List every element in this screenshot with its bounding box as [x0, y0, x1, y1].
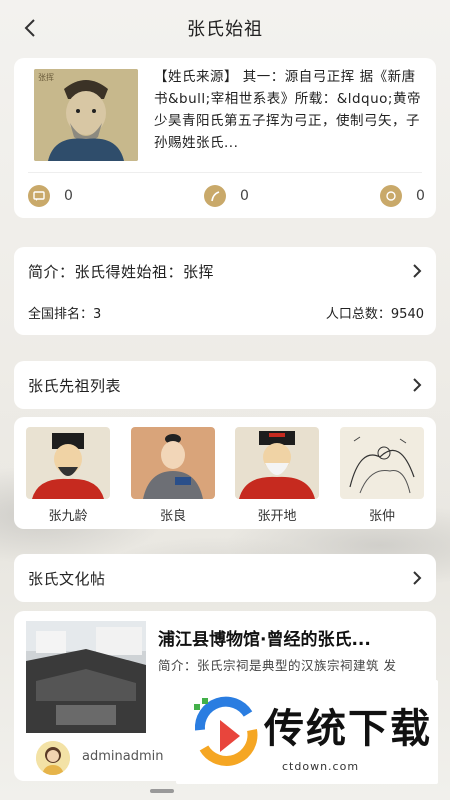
- share-count: 0: [416, 188, 425, 204]
- portrait-label: 张挥: [38, 73, 54, 82]
- comment-icon: [28, 185, 50, 207]
- culture-posts-header[interactable]: 张氏文化帖: [14, 554, 436, 602]
- ancestor-name: 张开地: [257, 509, 297, 524]
- ancestor-name: 张仲: [368, 509, 395, 524]
- back-button[interactable]: [14, 12, 46, 44]
- origin-text: 【姓氏来源】 其一：源自弓正挥 据《新唐书&bull;宰相世系表》所载：&ldq…: [154, 69, 421, 151]
- comment-count: 0: [64, 188, 73, 204]
- post-thumbnail: [26, 621, 146, 733]
- ancestor-item[interactable]: 张开地: [235, 427, 319, 524]
- like-count: 0: [240, 188, 249, 204]
- ancestor-portrait: 张挥: [34, 69, 138, 161]
- watermark-domain: ctdown.com: [282, 760, 360, 773]
- culture-title: 张氏文化帖: [28, 570, 106, 588]
- surname-origin-card[interactable]: 张挥 【姓氏来源】 其一：源自弓正挥 据《新唐书&bull;宰相世系表》所载：&…: [14, 58, 436, 218]
- ancestors-title: 张氏先祖列表: [28, 377, 122, 395]
- share-icon: [380, 185, 402, 207]
- divider: [28, 172, 422, 173]
- chevron-left-icon: [24, 19, 35, 37]
- like-stat[interactable]: 0: [204, 182, 249, 210]
- ancestor-item[interactable]: 张良: [131, 427, 215, 524]
- chevron-right-icon: [413, 264, 422, 278]
- watermark-brand: 传统下载: [264, 706, 432, 752]
- chevron-right-icon: [413, 378, 422, 392]
- ancestor-item[interactable]: 张仲: [340, 427, 424, 524]
- surname-intro-card[interactable]: 简介：张氏得姓始祖：张挥 全国排名：3 人口总数：9540: [14, 247, 436, 335]
- ancestors-list-header[interactable]: 张氏先祖列表: [14, 361, 436, 409]
- ancestor-image: [26, 427, 110, 499]
- like-icon: [204, 185, 226, 207]
- national-rank: 全国排名：3: [28, 307, 102, 322]
- ancestors-grid: 张九龄 张良 张开地 张仲: [14, 417, 436, 529]
- author-avatar: [36, 741, 70, 775]
- chevron-right-icon: [413, 571, 422, 585]
- ancestor-name: 张九龄: [48, 509, 88, 524]
- ancestor-image: [131, 427, 215, 499]
- page-title: 张氏始祖: [187, 19, 263, 40]
- top-bar: 张氏始祖: [0, 0, 450, 56]
- post-title: 浦江县博物馆·曾经的张氏...: [158, 630, 371, 650]
- ancestor-image: [340, 427, 424, 499]
- author-name: adminadmin: [82, 749, 164, 764]
- ancestor-image: [235, 427, 319, 499]
- ancestor-item[interactable]: 张九龄: [26, 427, 110, 524]
- watermark-logo: 传统下载 ctdown.com: [176, 680, 438, 784]
- comment-stat[interactable]: 0: [28, 182, 73, 210]
- brand-logo-icon: [194, 696, 258, 766]
- post-intro: 简介：张氏宗祠是典型的汉族宗祠建筑 发: [158, 658, 397, 673]
- share-stat[interactable]: 0: [380, 182, 425, 210]
- ancestor-name: 张良: [159, 509, 186, 524]
- population-total: 人口总数：9540: [325, 307, 424, 322]
- intro-summary: 简介：张氏得姓始祖：张挥: [28, 263, 215, 281]
- home-indicator[interactable]: [150, 789, 174, 793]
